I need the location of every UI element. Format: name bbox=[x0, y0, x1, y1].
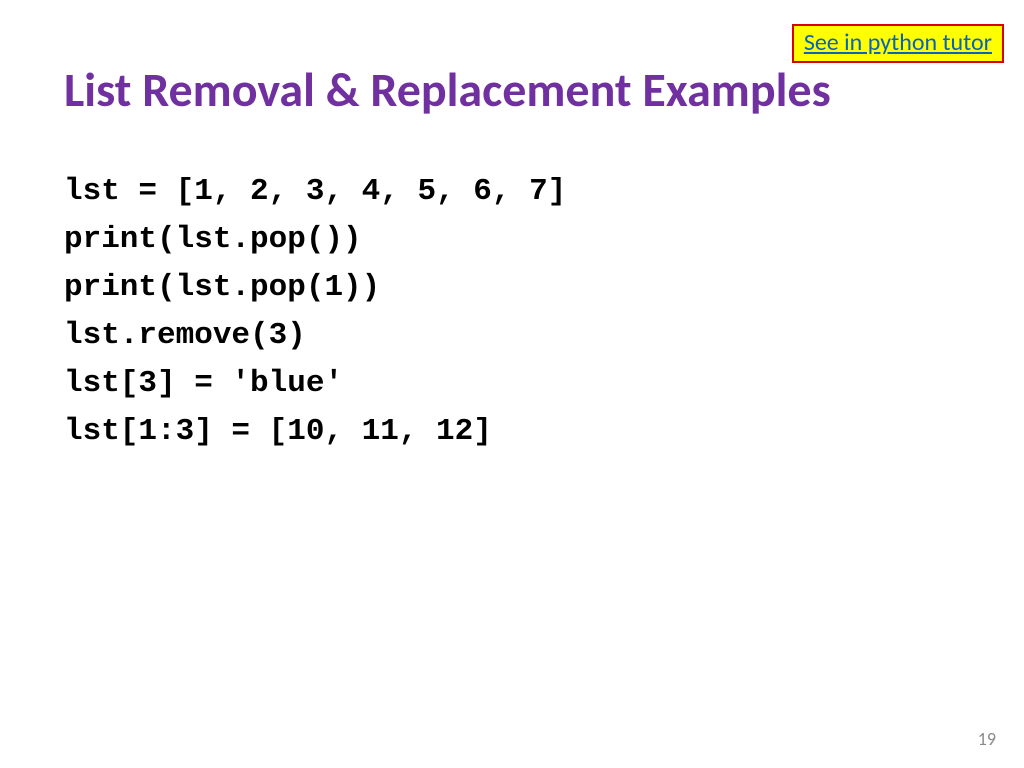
code-line: lst[3] = 'blue' bbox=[64, 366, 343, 401]
code-line: print(lst.pop()) bbox=[64, 222, 362, 257]
code-line: lst.remove(3) bbox=[64, 318, 306, 353]
slide-title: List Removal & Replacement Examples bbox=[64, 64, 984, 117]
python-tutor-link[interactable]: See in python tutor bbox=[792, 24, 1004, 63]
page-number: 19 bbox=[978, 728, 996, 750]
code-line: lst[1:3] = [10, 11, 12] bbox=[64, 414, 492, 449]
python-tutor-link-label: See in python tutor bbox=[804, 28, 992, 57]
code-block: lst = [1, 2, 3, 4, 5, 6, 7] print(lst.po… bbox=[64, 168, 566, 456]
code-line: lst = [1, 2, 3, 4, 5, 6, 7] bbox=[64, 174, 566, 209]
code-line: print(lst.pop(1)) bbox=[64, 270, 380, 305]
